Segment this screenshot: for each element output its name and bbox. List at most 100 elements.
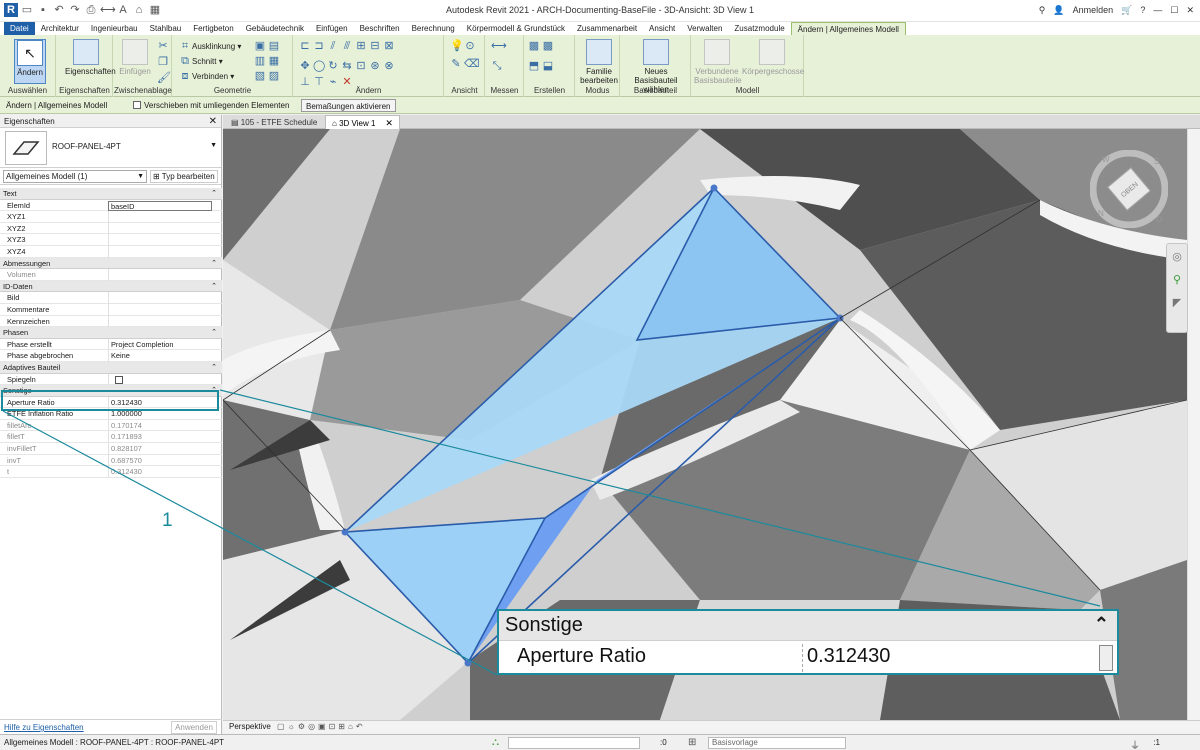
- ribbon-tab[interactable]: Architektur: [35, 22, 85, 35]
- property-name: Spiegeln: [7, 374, 36, 384]
- property-value[interactable]: [108, 234, 212, 246]
- collapse-icon[interactable]: ⌃: [211, 258, 217, 270]
- cursor-icon: ↖: [17, 40, 43, 66]
- navigation-bar[interactable]: ◎ ⚲ ◤: [1166, 243, 1188, 333]
- linked-hosts-button[interactable]: Verbundene Basisbauteile: [694, 39, 742, 85]
- maximize-button[interactable]: ☐: [1170, 3, 1178, 18]
- type-selector[interactable]: ROOF-PANEL-4PT ▼: [0, 128, 221, 168]
- tab-etfe-schedule[interactable]: ▤ 105 - ETFE Schedule✕: [225, 115, 341, 129]
- property-value[interactable]: [108, 222, 212, 235]
- property-name: invFilletT: [7, 444, 37, 454]
- properties-help-link[interactable]: Hilfe zu Eigenschaften: [4, 723, 84, 732]
- cope-button[interactable]: ⌗ Ausklinkung ▾: [178, 39, 242, 53]
- property-value[interactable]: [108, 211, 212, 223]
- property-row: XYZ3: [0, 234, 222, 246]
- view-control-icons[interactable]: ▢☼⚙◎▣⊡⊞⌂↶: [277, 722, 366, 731]
- viewcube[interactable]: OBEN S O N W: [1089, 149, 1169, 229]
- vertical-scrollbar[interactable]: [1187, 129, 1200, 720]
- properties-button[interactable]: Eigenschaften: [65, 39, 116, 76]
- ribbon-tab[interactable]: Beschriften: [354, 22, 406, 35]
- linked-hosts-icon: [704, 39, 730, 65]
- property-name: filletT: [7, 432, 25, 442]
- ribbon-tab[interactable]: Berechnung: [406, 22, 461, 35]
- property-value[interactable]: Project Completion: [108, 338, 212, 351]
- design-options-icon[interactable]: ⊞: [688, 737, 696, 748]
- inset-param-name: Aperture Ratio: [517, 645, 646, 667]
- collapse-icon[interactable]: ⌃: [211, 281, 217, 293]
- property-value: [108, 269, 212, 281]
- instance-filter-select[interactable]: Allgemeines Modell (1) ▼: [3, 170, 147, 183]
- property-category[interactable]: Text ⌃: [0, 188, 222, 200]
- modify-button[interactable]: ↖ Ändern: [14, 39, 46, 84]
- ribbon-tab[interactable]: Gebäudetechnik: [240, 22, 310, 35]
- ribbon-tab[interactable]: Datei: [4, 22, 35, 35]
- collapse-icon[interactable]: ⌃: [211, 362, 217, 374]
- property-value[interactable]: [108, 245, 212, 258]
- chevron-down-icon[interactable]: ▼: [210, 142, 217, 149]
- panel-clipboard: Einfügen ✂ ❐ 🖌 Zwischenablage: [114, 35, 172, 97]
- property-row: XYZ4: [0, 245, 222, 258]
- minimize-button[interactable]: —: [1153, 3, 1162, 18]
- join-button[interactable]: ⧈ Verbinden ▾: [178, 69, 235, 83]
- move-with-nearby-checkbox[interactable]: Verschieben mit umliegenden Elementen: [133, 99, 289, 112]
- property-value[interactable]: [108, 292, 212, 304]
- compass-label: S: [1154, 157, 1159, 166]
- property-value[interactable]: [108, 315, 212, 328]
- ribbon-tab[interactable]: Verwalten: [681, 22, 728, 35]
- pick-host-icon: [643, 39, 669, 65]
- workset-select[interactable]: [508, 737, 640, 749]
- property-category[interactable]: Adaptives Bauteil ⌃: [0, 361, 222, 374]
- property-row: Kommentare: [0, 303, 222, 316]
- panel-model: Verbundene Basisbauteile Körpergeschosse…: [692, 35, 804, 97]
- ribbon-tab[interactable]: Ändern | Allgemeines Modell: [790, 22, 906, 35]
- apply-button[interactable]: Anwenden: [171, 721, 217, 734]
- properties-header: Eigenschaften ✕: [0, 115, 221, 128]
- close-icon[interactable]: ✕: [209, 115, 217, 128]
- ribbon-tab[interactable]: Einfügen: [310, 22, 354, 35]
- ribbon-tab[interactable]: Fertigbeton: [187, 22, 239, 35]
- mirror-checkbox[interactable]: [115, 375, 123, 384]
- ribbon-tab[interactable]: Stahlbau: [144, 22, 188, 35]
- view-tabs: ▤ 105 - ETFE Schedule✕ ⌂ 3D View 1✕: [223, 115, 1200, 129]
- property-value[interactable]: Keine: [108, 350, 212, 362]
- mass-floors-button[interactable]: Körpergeschosse: [742, 39, 804, 76]
- paste-button[interactable]: Einfügen: [118, 39, 152, 76]
- property-category[interactable]: Phasen ⌃: [0, 327, 222, 339]
- cart-icon[interactable]: 🛒: [1121, 3, 1132, 18]
- ribbon-tab[interactable]: Zusammenarbeit: [571, 22, 643, 35]
- property-category[interactable]: ID-Daten ⌃: [0, 280, 222, 293]
- search-icon[interactable]: ⚲: [1039, 3, 1046, 18]
- ribbon-tab[interactable]: Ansicht: [643, 22, 681, 35]
- worksets-icon[interactable]: ⛬: [492, 737, 499, 748]
- property-name: t: [7, 467, 10, 477]
- panel-view: 💡 ⊙ ✎ ⌫ Ansicht: [445, 35, 485, 97]
- edit-type-button[interactable]: ⊞ Typ bearbeiten: [150, 170, 218, 183]
- edit-family-icon: [586, 39, 612, 65]
- property-value: 0.828107: [108, 443, 212, 455]
- ribbon-tab[interactable]: Zusatzmodule: [728, 22, 790, 35]
- close-icon[interactable]: ✕: [385, 118, 393, 128]
- cut-button[interactable]: ⧉ Schnitt ▾: [178, 54, 223, 68]
- property-category[interactable]: Abmessungen ⌃: [0, 257, 222, 270]
- activate-dimensions-button[interactable]: Bemaßungen aktivieren: [301, 99, 396, 112]
- ribbon-tabs: Datei Architektur Ingenieurbau Stahlbau Fert…: [0, 22, 1200, 35]
- property-value: 0.312430: [108, 466, 212, 478]
- ribbon-tab[interactable]: Körpermodell & Grundstück: [461, 22, 571, 35]
- sign-in-link[interactable]: Anmelden: [1073, 3, 1114, 18]
- edit-family-button[interactable]: Familie bearbeiten: [579, 39, 619, 85]
- tab-3d-view[interactable]: ⌂ 3D View 1 ✕: [325, 115, 400, 129]
- collapse-icon[interactable]: ⌃: [211, 188, 217, 200]
- steering-wheel-icon[interactable]: ◎: [1167, 250, 1187, 263]
- help-icon[interactable]: ?: [1140, 3, 1145, 18]
- collapse-icon[interactable]: ⌃: [211, 327, 217, 339]
- ribbon-tab[interactable]: Ingenieurbau: [85, 22, 144, 35]
- close-button[interactable]: ✕: [1186, 3, 1194, 18]
- main-model-label: Basisvorlage: [712, 738, 758, 747]
- zoom-icon[interactable]: ⚲: [1167, 273, 1187, 286]
- property-value[interactable]: baseID: [108, 200, 212, 211]
- schedule-icon: ▤: [231, 118, 239, 127]
- orbit-icon[interactable]: ◤: [1167, 296, 1187, 309]
- filter-icon[interactable]: ⏚: [1130, 737, 1140, 750]
- property-value[interactable]: [108, 373, 212, 386]
- property-value[interactable]: [108, 303, 212, 316]
